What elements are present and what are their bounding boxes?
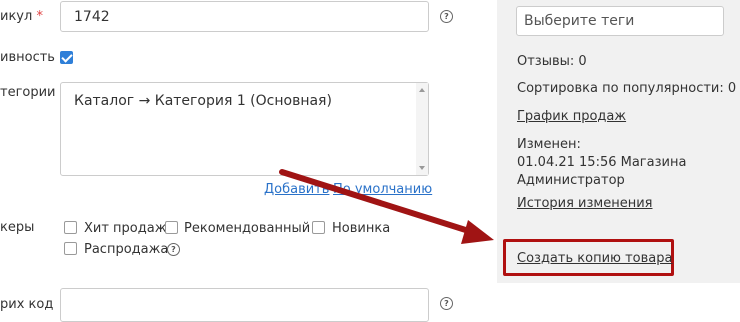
sticker-label-hit: Хит продаж xyxy=(84,221,167,236)
stickers-label: керы xyxy=(0,220,35,235)
active-label: ивность xyxy=(0,50,55,65)
changed-label: Изменен: xyxy=(517,137,581,152)
arrow-head xyxy=(461,220,494,244)
textarea-scrollbar[interactable] xyxy=(416,83,428,175)
categories-value: Каталог → Категория 1 (Основная) xyxy=(74,93,332,109)
scroll-down-icon[interactable] xyxy=(419,166,425,170)
sidebar-panel: Выберите теги Отзывы: 0 Сортировка по по… xyxy=(497,0,740,283)
categories-textarea[interactable]: Каталог → Категория 1 (Основная) xyxy=(60,82,429,176)
changed-by: Администратор xyxy=(517,173,625,188)
article-input[interactable]: 1742 xyxy=(60,1,429,32)
required-marker: * xyxy=(36,9,43,24)
history-link[interactable]: История изменения xyxy=(517,196,652,211)
barcode-label: рих код xyxy=(0,297,54,312)
article-help-icon[interactable]: ? xyxy=(440,10,453,23)
active-checkbox[interactable] xyxy=(60,51,73,64)
sticker-checkbox-hit[interactable] xyxy=(64,221,77,234)
sticker-label-new: Новинка xyxy=(332,221,391,236)
stickers-help-icon[interactable]: ? xyxy=(167,243,180,256)
sales-chart-link[interactable]: График продаж xyxy=(517,109,626,124)
categories-label: тегории xyxy=(0,85,56,100)
popularity-sort: Сортировка по популярности: 0 xyxy=(517,81,737,96)
barcode-help-icon[interactable]: ? xyxy=(440,297,453,310)
scroll-up-icon[interactable] xyxy=(419,88,425,92)
sticker-checkbox-new[interactable] xyxy=(312,221,325,234)
add-category-link[interactable]: Добавить xyxy=(264,182,329,197)
reviews-count: Отзывы: 0 xyxy=(517,54,587,69)
sticker-checkbox-recommended[interactable] xyxy=(165,221,178,234)
copy-product-link[interactable]: Создать копию товара xyxy=(517,251,672,266)
article-input-value: 1742 xyxy=(74,9,110,25)
changed-date: 01.04.21 15:56 Магазина xyxy=(517,155,687,170)
sticker-label-recommended: Рекомендованный xyxy=(184,221,311,236)
sticker-label-sale: Распродажа xyxy=(84,242,169,257)
tags-placeholder: Выберите теги xyxy=(524,13,635,29)
sticker-checkbox-sale[interactable] xyxy=(64,242,77,255)
default-category-link[interactable]: По умолчанию xyxy=(333,182,432,197)
tags-input[interactable]: Выберите теги xyxy=(516,6,724,36)
article-label: икул * xyxy=(0,9,43,24)
